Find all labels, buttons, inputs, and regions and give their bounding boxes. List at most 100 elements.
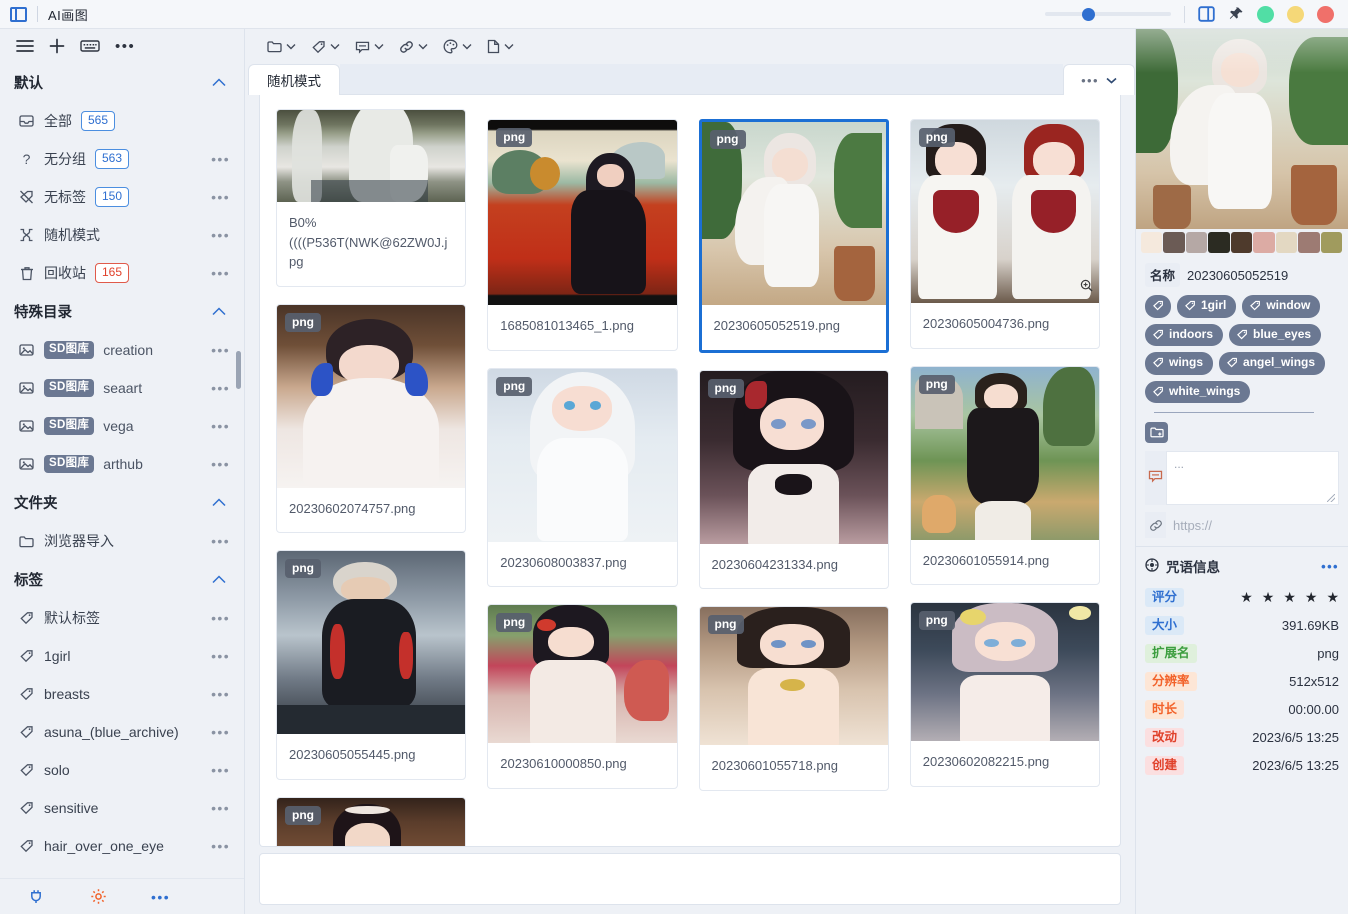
sidebar-group-header-special[interactable]: 特殊目录 <box>0 292 244 331</box>
item-more-button[interactable]: ••• <box>211 686 234 702</box>
sidebar-item-arthub[interactable]: SD图库 arthub ••• <box>0 445 244 483</box>
card-thumbnail[interactable]: png <box>911 120 1099 303</box>
folder-filter-button[interactable] <box>261 37 302 56</box>
tag-chip[interactable]: 1girl <box>1177 295 1236 318</box>
sidebar-tag-1girl[interactable]: 1girl ••• <box>0 637 244 675</box>
card-thumbnail[interactable]: png <box>488 369 676 542</box>
zoom-slider[interactable] <box>1045 4 1171 24</box>
sidebar-tag-solo[interactable]: solo ••• <box>0 751 244 789</box>
add-tag-chip[interactable] <box>1145 295 1171 318</box>
minimize-button[interactable] <box>1257 6 1274 23</box>
card-thumbnail[interactable]: png <box>700 607 888 745</box>
link-filter-button[interactable] <box>393 37 434 57</box>
item-more-button[interactable]: ••• <box>211 380 234 396</box>
item-more-button[interactable]: ••• <box>211 418 234 434</box>
grid-view-icon[interactable] <box>1098 35 1121 58</box>
sidebar-group-header-tags[interactable]: 标签 <box>0 560 244 599</box>
image-card[interactable]: png <box>910 119 1100 349</box>
item-more-button[interactable]: ••• <box>211 227 234 243</box>
card-thumbnail[interactable]: png <box>277 305 465 488</box>
item-more-button[interactable]: ••• <box>211 838 234 854</box>
tag-chip[interactable]: blue_eyes <box>1229 324 1321 347</box>
card-thumbnail[interactable]: png <box>277 551 465 734</box>
tag-chip[interactable]: angel_wings <box>1219 352 1325 375</box>
item-more-button[interactable]: ••• <box>211 151 234 167</box>
sidebar-item-seaart[interactable]: SD图库 seaart ••• <box>0 369 244 407</box>
sidebar-tag-default[interactable]: 默认标签 ••• <box>0 599 244 637</box>
tag-chip[interactable]: white_wings <box>1145 381 1250 404</box>
sidebar-tag-sensitive[interactable]: sensitive ••• <box>0 789 244 827</box>
sidebar-item-untagged[interactable]: 无标签 150 ••• <box>0 178 244 216</box>
color-swatch[interactable] <box>1231 232 1252 253</box>
image-card[interactable]: png <box>276 797 466 848</box>
color-swatch[interactable] <box>1276 232 1297 253</box>
item-more-button[interactable]: ••• <box>211 456 234 472</box>
image-card[interactable]: B0% ((((P536T(NWK@62ZW0J.jpg <box>276 109 466 287</box>
card-thumbnail[interactable]: png <box>700 371 888 544</box>
color-swatch[interactable] <box>1208 232 1229 253</box>
item-more-button[interactable]: ••• <box>211 610 234 626</box>
sidebar-tag-hair-over-one-eye[interactable]: hair_over_one_eye ••• <box>0 827 244 865</box>
settings-gear-icon[interactable] <box>90 888 107 905</box>
panel-left-icon[interactable] <box>10 7 27 22</box>
pin-icon[interactable] <box>1228 6 1244 22</box>
tag-chip[interactable]: wings <box>1145 352 1213 375</box>
image-card[interactable]: png 20230601055718.png <box>699 606 889 791</box>
item-more-button[interactable]: ••• <box>211 800 234 816</box>
sidebar-item-vega[interactable]: SD图库 vega ••• <box>0 407 244 445</box>
comment-filter-button[interactable] <box>349 37 390 57</box>
more-options-icon[interactable]: ••• <box>151 889 170 905</box>
add-folder-icon[interactable] <box>1145 422 1168 443</box>
url-input[interactable]: https:// <box>1166 518 1339 533</box>
card-thumbnail[interactable] <box>277 110 465 202</box>
zoom-in-icon[interactable] <box>1080 279 1093 297</box>
image-card[interactable]: png 1685081013465_1.png <box>487 119 677 351</box>
item-more-button[interactable]: ••• <box>211 648 234 664</box>
card-thumbnail[interactable]: png <box>911 603 1099 741</box>
item-more-button[interactable]: ••• <box>211 533 234 549</box>
rating-stars[interactable]: ★ ★ ★ ★ ★ <box>1240 589 1339 606</box>
color-swatch[interactable] <box>1141 232 1162 253</box>
star-icon[interactable]: ★ <box>1283 589 1296 606</box>
sidebar-item-browser-import[interactable]: 浏览器导入 ••• <box>0 522 244 560</box>
tag-chip[interactable]: indoors <box>1145 324 1223 347</box>
plugin-icon[interactable] <box>28 888 45 905</box>
tag-filter-button[interactable] <box>305 37 346 57</box>
image-card[interactable]: png 20230602082215.png <box>910 602 1100 787</box>
color-swatch[interactable] <box>1163 232 1184 253</box>
panel-right-icon[interactable] <box>1198 6 1215 22</box>
menu-icon[interactable] <box>16 39 34 53</box>
color-swatch[interactable] <box>1253 232 1274 253</box>
slider-thumb[interactable] <box>1082 8 1095 21</box>
item-more-button[interactable]: ••• <box>211 265 234 281</box>
card-thumbnail[interactable]: png <box>488 605 676 743</box>
sidebar-group-header-default[interactable]: 默认 <box>0 63 244 102</box>
image-card[interactable]: png 20230605055445.png <box>276 550 466 780</box>
maximize-button[interactable] <box>1287 6 1304 23</box>
sidebar-tag-asuna[interactable]: asuna_(blue_archive) ••• <box>0 713 244 751</box>
tab-overflow-menu[interactable]: ••• <box>1063 64 1135 95</box>
add-icon[interactable] <box>49 38 65 54</box>
sidebar-scrollbar[interactable] <box>236 351 241 389</box>
note-textarea[interactable]: ... <box>1166 451 1339 505</box>
color-swatch[interactable] <box>1186 232 1207 253</box>
sidebar-item-random-mode[interactable]: 随机模式 ••• <box>0 216 244 254</box>
sidebar-item-creation[interactable]: SD图库 creation ••• <box>0 331 244 369</box>
sidebar-item-recycle-bin[interactable]: 回收站 165 ••• <box>0 254 244 292</box>
card-thumbnail[interactable]: png <box>702 122 886 305</box>
color-swatch[interactable] <box>1298 232 1319 253</box>
image-card[interactable]: png 20230601055914.png <box>910 366 1100 586</box>
image-card[interactable]: png 20230602074757.png <box>276 304 466 534</box>
sidebar-item-all[interactable]: 全部 565 <box>0 102 244 140</box>
spell-info-menu[interactable]: ••• <box>1321 559 1339 574</box>
close-button[interactable] <box>1317 6 1334 23</box>
palette-filter-button[interactable] <box>437 36 478 57</box>
star-icon[interactable]: ★ <box>1262 589 1275 606</box>
keyboard-icon[interactable] <box>80 39 100 53</box>
sidebar-group-header-folders[interactable]: 文件夹 <box>0 483 244 522</box>
file-filter-button[interactable] <box>481 36 520 57</box>
image-card[interactable]: png 20230604231334.png <box>699 370 889 590</box>
star-icon[interactable]: ★ <box>1240 589 1253 606</box>
sidebar-tag-breasts[interactable]: breasts ••• <box>0 675 244 713</box>
image-card[interactable]: png 20230610000850.png <box>487 604 677 789</box>
